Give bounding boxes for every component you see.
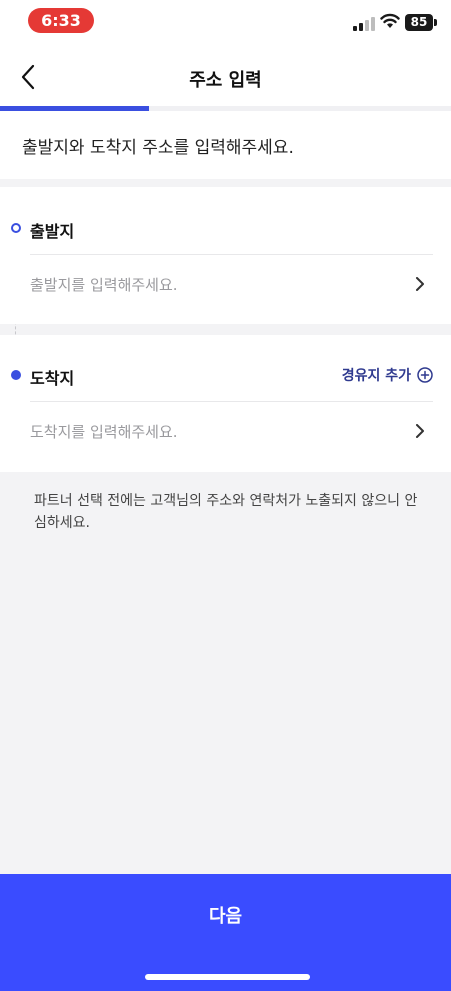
wifi-icon bbox=[380, 13, 400, 28]
add-waypoint-button[interactable]: 경유지 추가 bbox=[342, 365, 433, 385]
home-indicator bbox=[145, 974, 310, 980]
origin-marker-icon bbox=[11, 223, 21, 233]
instruction-text: 출발지와 도착지 주소를 입력해주세요. bbox=[22, 138, 294, 158]
plus-circle-icon bbox=[417, 367, 433, 383]
chevron-right-icon bbox=[416, 277, 424, 291]
origin-input-row[interactable]: 출발지를 입력해주세요. bbox=[0, 255, 451, 315]
battery-indicator: 85 bbox=[405, 14, 433, 31]
app-header: 주소 입력 bbox=[0, 48, 451, 106]
add-waypoint-label: 경유지 추가 bbox=[341, 368, 411, 384]
privacy-notice: 파트너 선택 전에는 고객님의 주소와 연락처가 노출되지 않으니 안심하세요. bbox=[34, 493, 418, 531]
destination-input-placeholder: 도착지를 입력해주세요. bbox=[30, 423, 178, 441]
destination-section: 도착지 경유지 추가 도착지를 입력해주세요. bbox=[0, 335, 451, 472]
origin-label: 출발지 bbox=[30, 222, 75, 241]
origin-section: 출발지 출발지를 입력해주세요. bbox=[0, 187, 451, 324]
destination-marker-icon bbox=[11, 370, 21, 380]
destination-label: 도착지 bbox=[30, 369, 75, 388]
next-button[interactable]: 다음 bbox=[0, 874, 451, 991]
instruction-block: 출발지와 도착지 주소를 입력해주세요. bbox=[0, 111, 451, 179]
status-bar: 6:33 85 bbox=[0, 0, 451, 48]
destination-input-row[interactable]: 도착지를 입력해주세요. bbox=[0, 402, 451, 462]
battery-tip bbox=[434, 19, 437, 26]
chevron-right-icon bbox=[416, 424, 424, 438]
page-title: 주소 입력 bbox=[189, 70, 262, 91]
origin-input-placeholder: 출발지를 입력해주세요. bbox=[30, 276, 178, 294]
next-button-label: 다음 bbox=[208, 906, 243, 927]
cellular-signal-icon bbox=[353, 15, 375, 31]
status-time: 6:33 bbox=[28, 8, 94, 33]
